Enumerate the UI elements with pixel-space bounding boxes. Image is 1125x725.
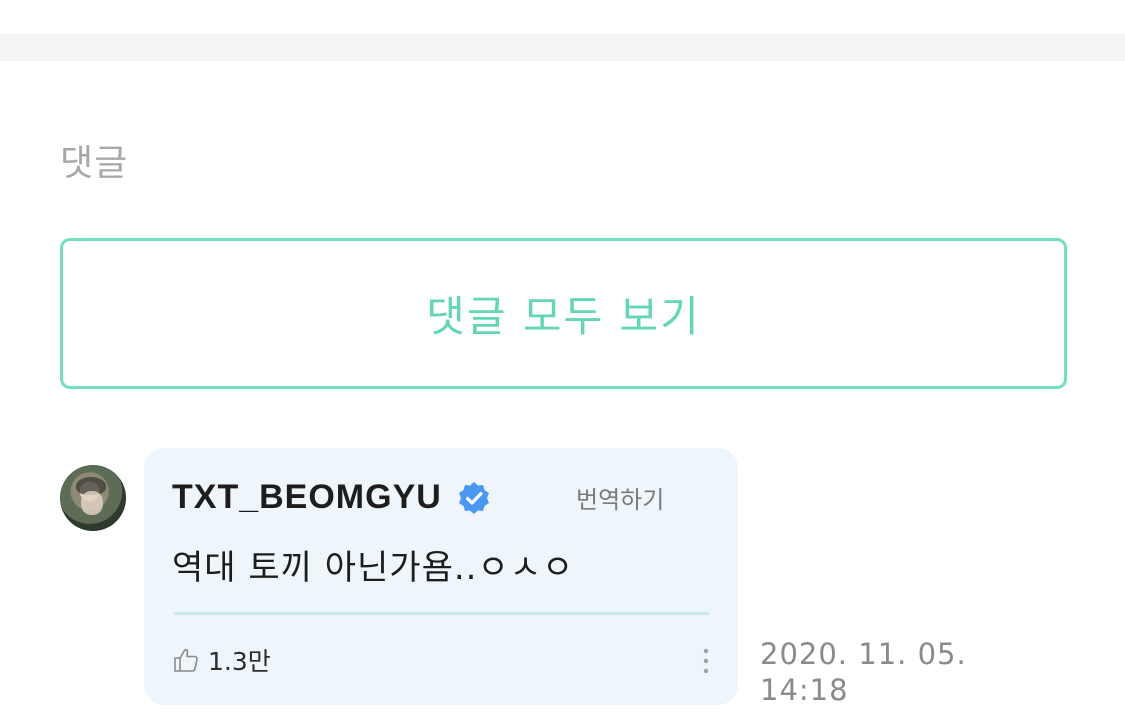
translate-button[interactable]: 번역하기 <box>576 480 664 515</box>
section-divider <box>0 34 1125 61</box>
verified-badge-icon <box>456 480 492 516</box>
comments-section-title: 댓글 <box>60 143 129 184</box>
like-count: 1.3만 <box>208 647 271 676</box>
avatar[interactable] <box>60 465 126 531</box>
thumbs-up-icon <box>172 646 200 674</box>
like-button[interactable]: 1.3만 <box>172 642 271 678</box>
view-all-comments-button[interactable]: 댓글 모두 보기 <box>60 238 1067 389</box>
comment-divider <box>174 612 709 615</box>
author-row: TXT_BEOMGYU <box>172 478 492 517</box>
author-name[interactable]: TXT_BEOMGYU <box>172 478 442 517</box>
comment-text: 역대 토끼 아닌가욤..ㅇㅅㅇ <box>172 548 575 588</box>
comment-date: 2020. 11. 05. <box>760 637 967 671</box>
comment-timestamp: 2020. 11. 05. 14:18 <box>760 636 1020 708</box>
more-vertical-icon[interactable] <box>700 646 712 676</box>
top-area <box>0 0 1125 34</box>
comment-bubble: TXT_BEOMGYU 번역하기 역대 토끼 아닌가욤..ㅇㅅㅇ 1.3만 <box>144 448 738 705</box>
comment-time: 14:18 <box>760 673 849 707</box>
